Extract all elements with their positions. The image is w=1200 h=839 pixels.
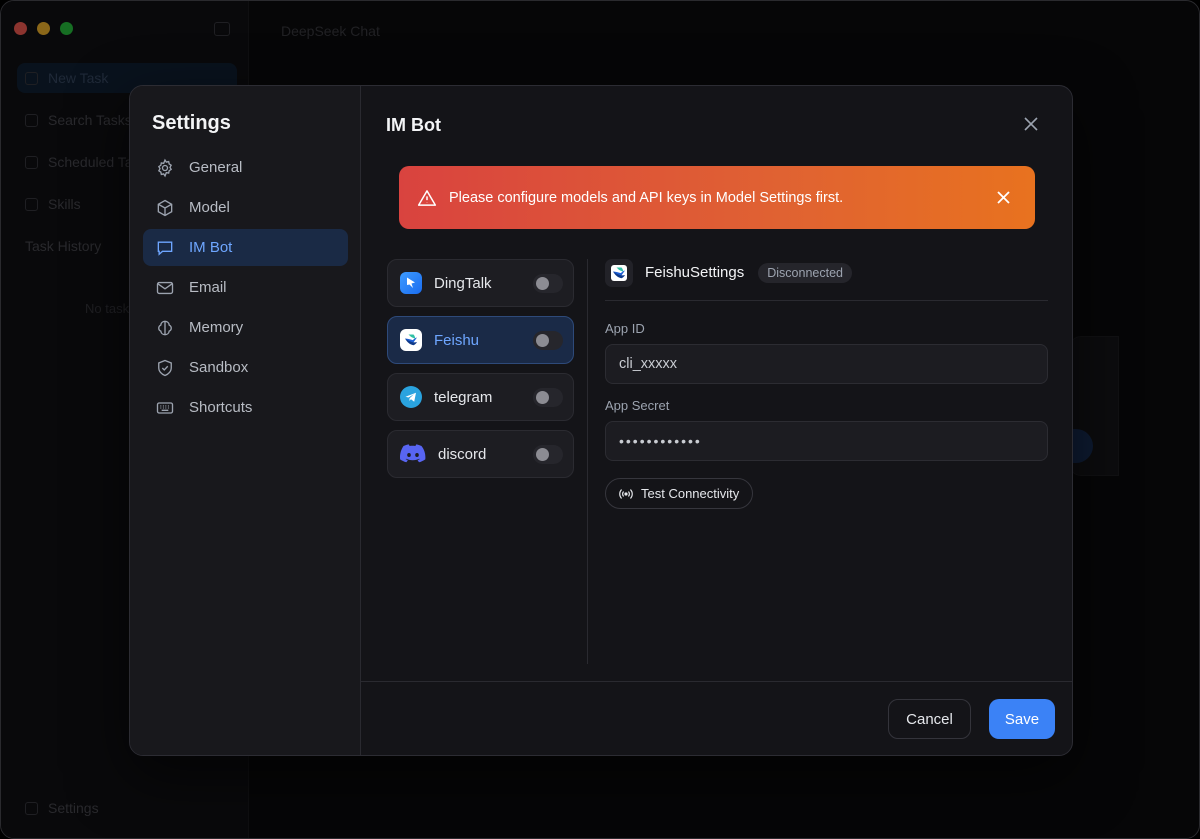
discord-logo-icon: [400, 443, 426, 465]
gear-icon: [157, 158, 173, 177]
nav-item-shortcuts[interactable]: Shortcuts: [143, 389, 348, 426]
cube-icon: [157, 199, 173, 216]
footer-divider: [361, 681, 1072, 682]
telegram-toggle[interactable]: [533, 388, 563, 407]
platform-item-discord[interactable]: discord: [387, 430, 574, 478]
mail-icon: [156, 281, 174, 294]
test-connectivity-button[interactable]: Test Connectivity: [605, 478, 754, 509]
app-secret-input[interactable]: ••••••••••••: [605, 421, 1048, 461]
alert-message: Please configure models and API keys in …: [449, 189, 844, 206]
close-icon[interactable]: [1022, 115, 1040, 133]
platform-list: DingTalk Feishu telegram discord: [387, 259, 574, 487]
platform-item-dingtalk[interactable]: DingTalk: [387, 259, 574, 307]
feishu-logo-icon: [400, 329, 422, 351]
cancel-button[interactable]: Cancel: [888, 699, 971, 739]
save-button[interactable]: Save: [989, 699, 1055, 739]
settings-modal: Settings General Model IM Bot Email Memo…: [129, 85, 1073, 756]
nav-item-im-bot[interactable]: IM Bot: [143, 229, 348, 266]
shield-icon: [158, 359, 172, 376]
feishu-toggle[interactable]: [533, 331, 563, 350]
feishu-logo-icon: [605, 258, 633, 287]
detail-title: FeishuSettings: [645, 264, 745, 281]
platform-item-feishu[interactable]: Feishu: [387, 316, 574, 364]
status-badge: Disconnected: [758, 262, 852, 283]
settings-content: IM Bot Please configure models and API k…: [361, 86, 1072, 755]
dismiss-alert-icon[interactable]: [996, 190, 1011, 205]
warning-icon: [417, 189, 437, 206]
telegram-logo-icon: [400, 386, 422, 408]
app-id-input[interactable]: cli_xxxxx: [605, 344, 1048, 384]
warning-alert: Please configure models and API keys in …: [399, 166, 1035, 229]
discord-toggle[interactable]: [533, 445, 563, 464]
chat-bubble-icon: [157, 241, 173, 256]
vertical-divider: [587, 259, 588, 664]
nav-item-general[interactable]: General: [143, 149, 348, 186]
detail-header: FeishuSettings Disconnected: [605, 258, 1048, 301]
app-id-label: App ID: [605, 321, 645, 336]
app-secret-label: App Secret: [605, 398, 670, 413]
nav-item-model[interactable]: Model: [143, 189, 348, 226]
brain-icon: [158, 320, 172, 335]
dingtalk-toggle[interactable]: [533, 274, 563, 293]
app-window: New Task Search Tasks Scheduled Tasks Sk…: [0, 0, 1200, 839]
nav-item-memory[interactable]: Memory: [143, 309, 348, 346]
signal-icon: [619, 488, 633, 499]
nav-item-sandbox[interactable]: Sandbox: [143, 349, 348, 386]
dingtalk-logo-icon: [400, 272, 422, 294]
settings-sidebar: Settings General Model IM Bot Email Memo…: [130, 86, 361, 755]
feishu-settings-panel: FeishuSettings Disconnected App ID cli_x…: [605, 258, 1048, 509]
page-title: IM Bot: [386, 115, 441, 135]
settings-title: Settings: [152, 112, 231, 134]
nav-item-email[interactable]: Email: [143, 269, 348, 306]
keyboard-icon: [156, 401, 174, 414]
platform-item-telegram[interactable]: telegram: [387, 373, 574, 421]
